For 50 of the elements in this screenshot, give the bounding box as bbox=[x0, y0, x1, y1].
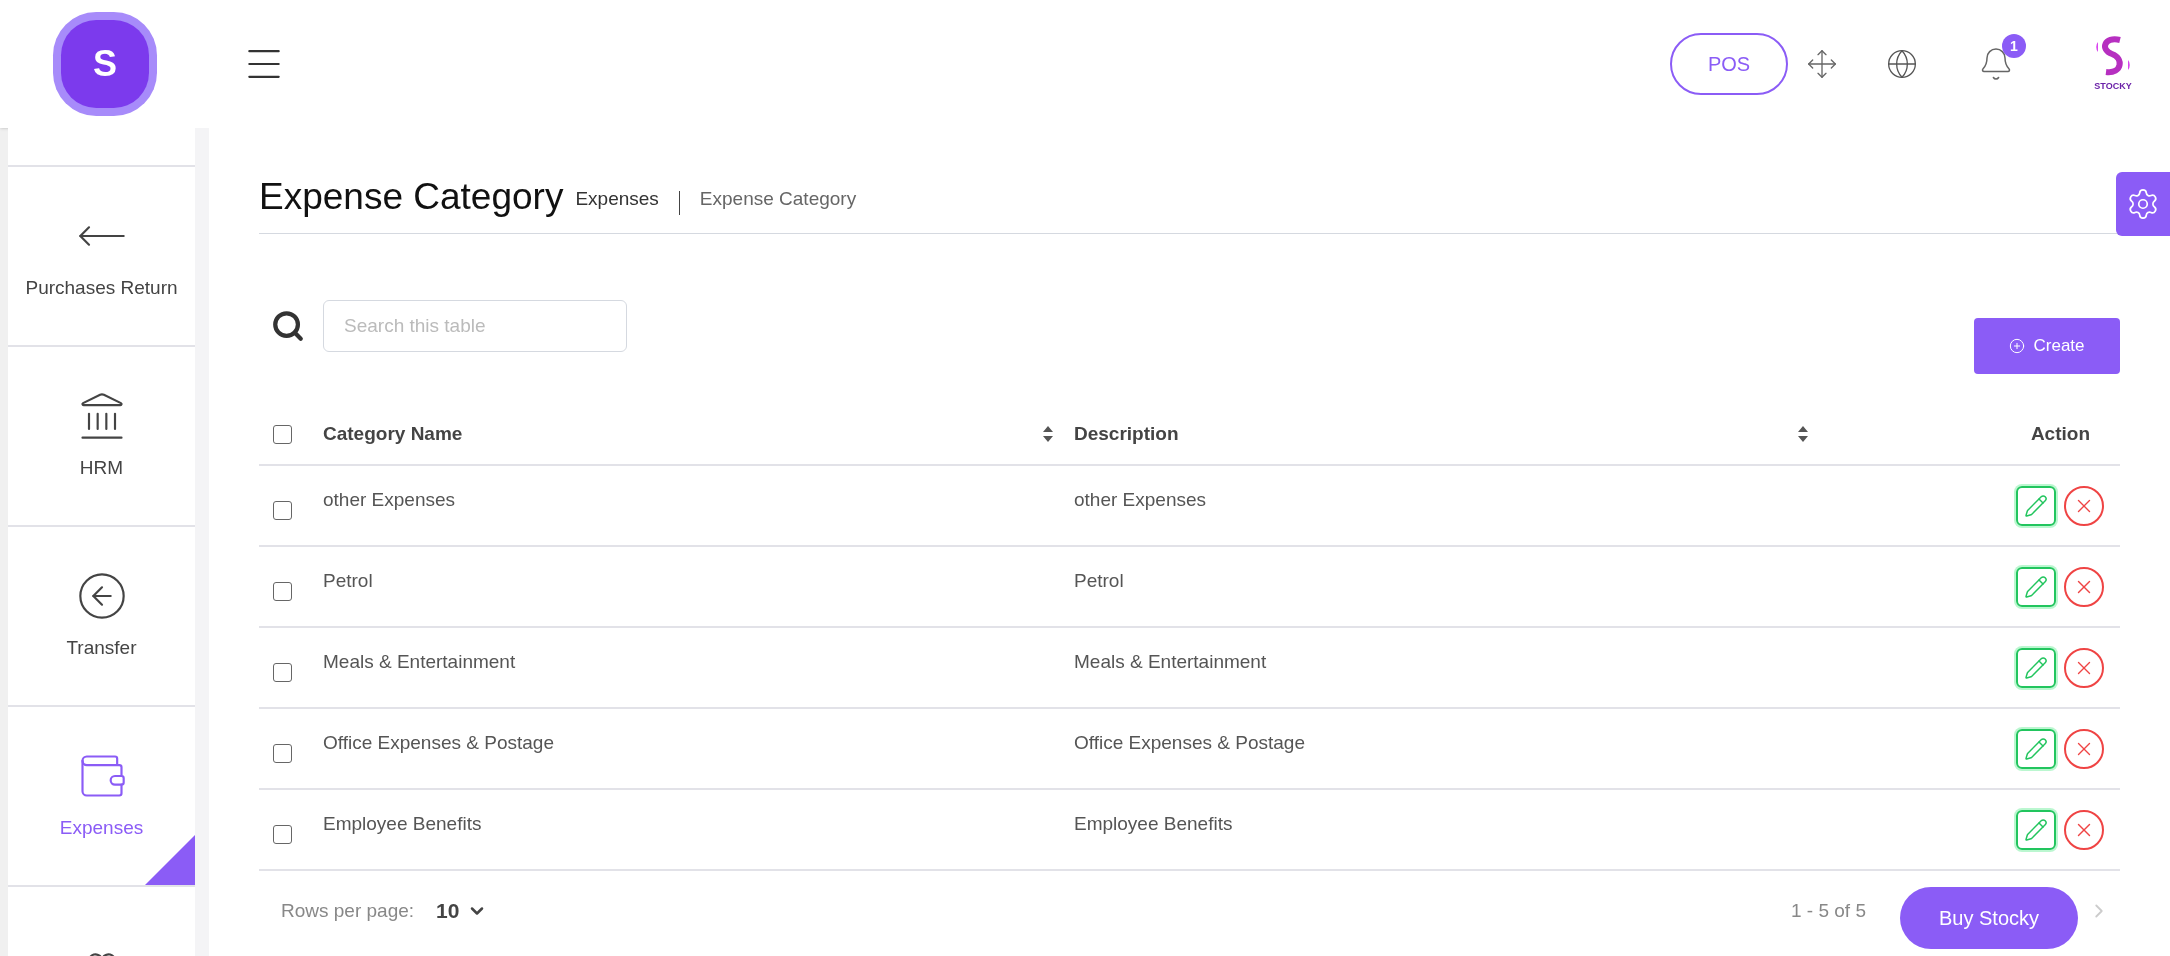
create-button[interactable]: Create bbox=[1974, 318, 2120, 374]
checkbox[interactable] bbox=[273, 825, 292, 844]
checkbox[interactable] bbox=[273, 424, 292, 444]
pencil-icon bbox=[2024, 493, 2048, 518]
table-cell: Office Expenses & Postage bbox=[1074, 732, 1305, 754]
sort-icon[interactable] bbox=[1797, 425, 1809, 443]
table-cell: Meals & Entertainment bbox=[1074, 651, 1267, 673]
table-cell: Office Expenses & Postage bbox=[323, 732, 554, 754]
notification-badge: 1 bbox=[2002, 34, 2026, 58]
delete-button[interactable] bbox=[2064, 809, 2104, 850]
sort-icon[interactable] bbox=[1042, 425, 1054, 443]
table-cell: Meals & Entertainment bbox=[323, 651, 516, 673]
column-header[interactable]: Description bbox=[1074, 419, 1179, 449]
fullscreen-icon[interactable] bbox=[1806, 48, 1838, 80]
column-header: Action bbox=[2030, 421, 2090, 446]
plus-circle-icon bbox=[2009, 338, 2026, 354]
table-cell: Petrol bbox=[323, 570, 373, 592]
table-cell: Petrol bbox=[1074, 570, 1124, 592]
table-cell: other Expenses bbox=[323, 489, 456, 511]
pos-button[interactable]: POS bbox=[1670, 33, 1788, 95]
checkbox[interactable] bbox=[273, 663, 292, 682]
checkbox[interactable] bbox=[273, 501, 292, 520]
pencil-icon bbox=[2024, 736, 2048, 761]
table-cell: Employee Benefits bbox=[1074, 813, 1233, 835]
breadcrumb-item[interactable]: Expenses bbox=[575, 184, 659, 215]
table-cell: Employee Benefits bbox=[323, 813, 482, 835]
pencil-icon bbox=[2024, 655, 2048, 680]
settings-tab[interactable] bbox=[2116, 172, 2170, 236]
pencil-icon bbox=[2024, 817, 2048, 842]
delete-button[interactable] bbox=[2064, 728, 2104, 769]
checkbox[interactable] bbox=[273, 744, 292, 763]
buy-button[interactable]: Buy Stocky bbox=[1900, 887, 2078, 949]
delete-button[interactable] bbox=[2064, 647, 2104, 688]
table-cell: other Expenses bbox=[1074, 489, 1207, 511]
page-range: 1 - 5 of 5 bbox=[1791, 898, 1866, 923]
delete-button[interactable] bbox=[2064, 485, 2104, 526]
page-title: Expense Category bbox=[259, 178, 564, 215]
brand-caption: STOCKY bbox=[2094, 80, 2132, 94]
checkbox[interactable] bbox=[273, 582, 292, 601]
globe-icon[interactable] bbox=[1886, 48, 1918, 80]
search-icon bbox=[271, 309, 305, 343]
rows-per-page-label: Rows per page: bbox=[281, 898, 415, 923]
settings-icon bbox=[2126, 187, 2160, 221]
breadcrumb-item: Expense Category bbox=[699, 186, 857, 211]
column-header[interactable]: Category Name bbox=[323, 419, 463, 449]
sidebar-item[interactable]: Expenses bbox=[8, 705, 195, 885]
delete-button[interactable] bbox=[2064, 566, 2104, 607]
pencil-icon bbox=[2024, 574, 2048, 599]
rows-per-page-select[interactable]: 10 bbox=[436, 895, 488, 927]
search-field[interactable]: Search this table bbox=[323, 300, 627, 352]
